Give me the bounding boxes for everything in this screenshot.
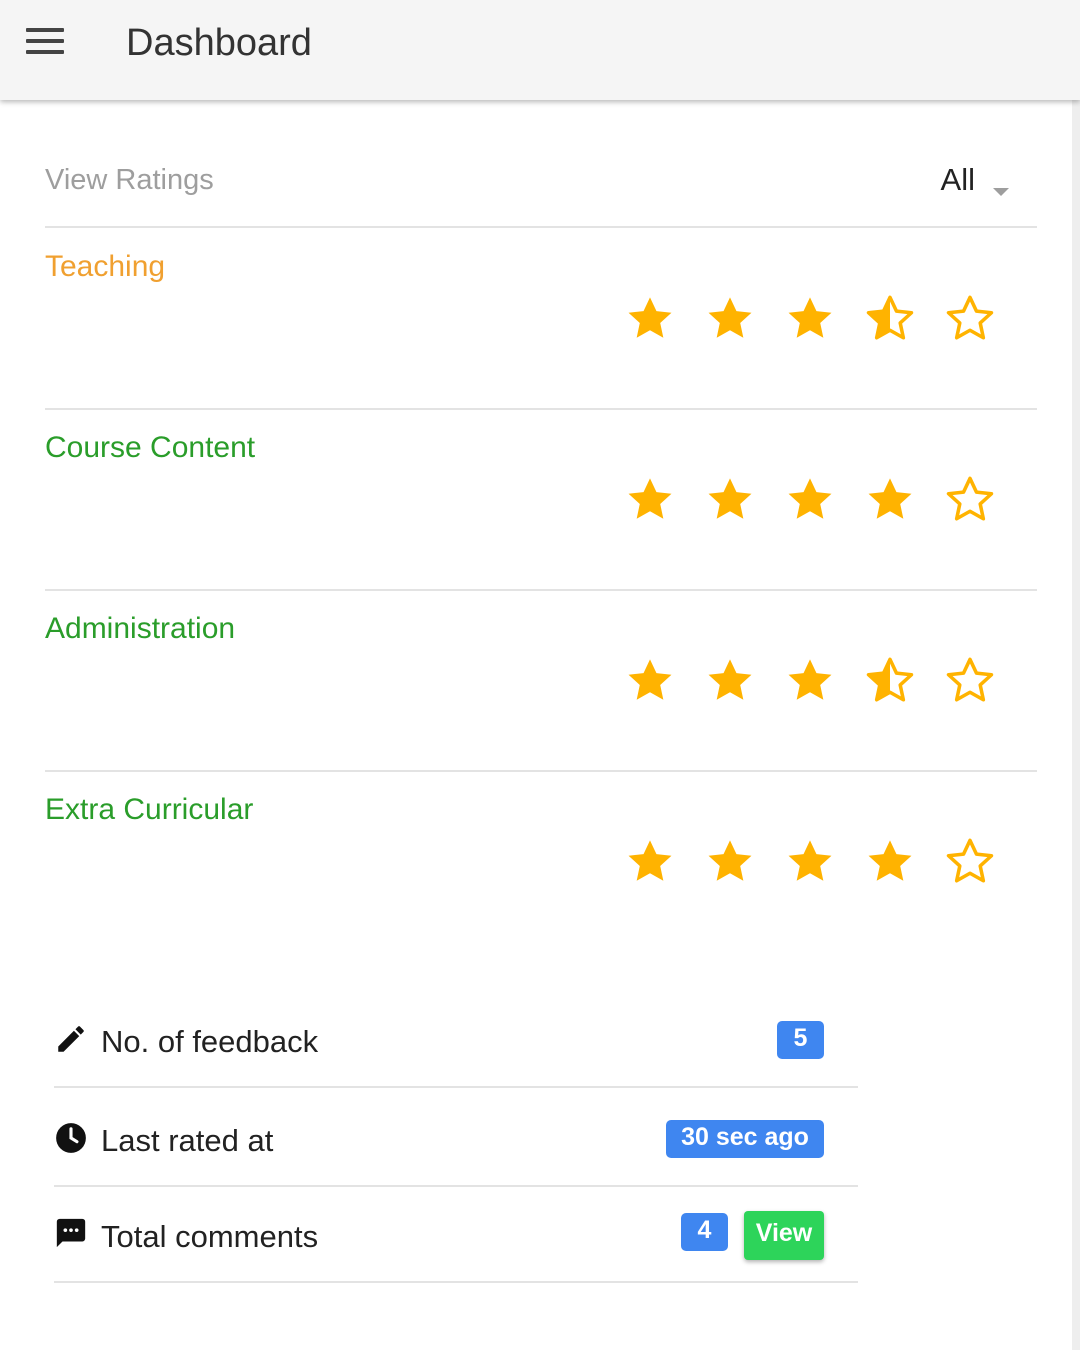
rating-label-course-content: Course Content — [45, 431, 256, 464]
last-rated-badge: 30 sec ago — [666, 1120, 824, 1158]
clock-icon — [56, 1123, 86, 1153]
ratings-filter-value: All — [940, 162, 975, 197]
star-half-icon[interactable] — [865, 656, 915, 706]
rating-label-administration: Administration — [45, 612, 236, 645]
scroll-edge — [1072, 100, 1080, 1350]
rating-row-teaching: Teaching — [45, 228, 1037, 410]
rating-row-extra-curricular: Extra Curricular — [45, 771, 1037, 951]
chevron-down-icon — [993, 188, 1009, 196]
comments-count-badge: 4 — [681, 1213, 728, 1251]
feedback-count-badge: 5 — [777, 1021, 824, 1059]
stat-row-last-rated: Last rated at 30 sec ago — [54, 1088, 858, 1187]
stat-row-comments: Total comments 4 View — [54, 1187, 858, 1283]
star-full-icon[interactable] — [625, 837, 675, 887]
star-full-icon[interactable] — [705, 294, 755, 344]
star-full-icon[interactable] — [705, 837, 755, 887]
rating-row-course-content: Course Content — [45, 409, 1037, 591]
star-full-icon[interactable] — [625, 656, 675, 706]
stat-label-feedback: No. of feedback — [101, 1024, 319, 1059]
star-half-icon[interactable] — [865, 294, 915, 344]
stat-label-last-rated: Last rated at — [101, 1123, 274, 1158]
ratings-filter-dropdown[interactable]: All — [941, 162, 1009, 198]
star-full-icon[interactable] — [865, 475, 915, 525]
star-empty-icon[interactable] — [945, 837, 995, 887]
pencil-icon — [58, 1026, 84, 1052]
star-empty-icon[interactable] — [945, 475, 995, 525]
stat-label-comments: Total comments — [101, 1219, 319, 1254]
app-bar: Dashboard — [0, 0, 1080, 100]
star-full-icon[interactable] — [625, 475, 675, 525]
star-full-icon[interactable] — [785, 294, 835, 344]
star-full-icon[interactable] — [785, 837, 835, 887]
stat-row-feedback: No. of feedback 5 — [54, 1000, 858, 1088]
star-empty-icon[interactable] — [945, 656, 995, 706]
star-full-icon[interactable] — [705, 475, 755, 525]
view-ratings-label: View Ratings — [45, 164, 214, 196]
rating-label-teaching: Teaching — [45, 250, 166, 283]
star-full-icon[interactable] — [785, 475, 835, 525]
star-full-icon[interactable] — [705, 656, 755, 706]
star-full-icon[interactable] — [865, 837, 915, 887]
star-empty-icon[interactable] — [945, 294, 995, 344]
ratings-filter-row: View Ratings All — [45, 150, 1037, 228]
view-comments-button[interactable]: View — [744, 1211, 824, 1260]
rating-row-administration: Administration — [45, 590, 1037, 772]
star-full-icon[interactable] — [625, 294, 675, 344]
hamburger-menu-icon[interactable] — [26, 28, 66, 58]
star-full-icon[interactable] — [785, 656, 835, 706]
comment-icon — [56, 1218, 86, 1248]
rating-label-extra-curricular: Extra Curricular — [45, 793, 254, 826]
page-title: Dashboard — [126, 22, 312, 64]
